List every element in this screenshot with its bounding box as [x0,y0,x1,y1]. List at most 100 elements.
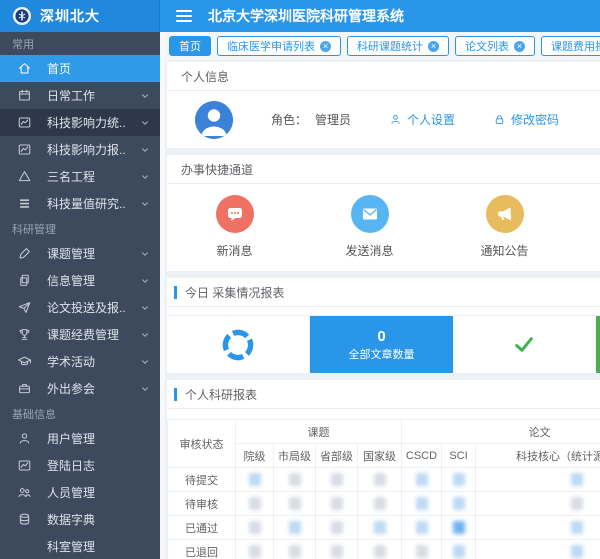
sidebar-item-label: 日常工作 [47,87,125,104]
report-cell [442,516,476,540]
sidebar-item-首页[interactable]: 首页 [0,55,160,82]
check-icon [512,334,536,355]
sidebar-item-课题经费管理[interactable]: 课题经费管理 [0,321,160,348]
role-value: 管理员 [315,113,351,127]
quick-channels-body: 新消息发送消息通知公告 [167,184,600,271]
card-title: 办事快捷通道 [181,161,253,178]
tab-论文列表[interactable]: 论文列表× [455,36,535,56]
chart-icon [17,458,32,473]
report-group-header: 课题 [236,420,402,444]
article-count-box[interactable]: 0 全部文章数量 [310,316,453,373]
report-cell [358,540,402,559]
user-icon [17,431,32,446]
table-row: 已退回 [168,540,600,559]
list-icon [17,196,32,211]
report-cell [316,516,358,540]
sidebar-item-日常工作[interactable]: 日常工作 [0,82,160,109]
spinner-icon [220,327,256,363]
card-title: 个人科研报表 [185,386,257,403]
sidebar-item-label: 人员管理 [47,484,150,501]
documents-icon [17,273,32,288]
report-cell [274,492,316,516]
sidebar-item-三名工程[interactable]: 三名工程 [0,163,160,190]
report-cell [476,540,600,559]
sidebar-item-人员管理[interactable]: 人员管理 [0,479,160,506]
personal-report-table: 审核状态课题论文院级市局级省部级国家级CSCDSCI科技核心（统计源）期刊 待提… [167,419,600,559]
sidebar-item-科技影响力统...[interactable]: 科技影响力统... [0,109,160,136]
table-row: 已通过 [168,516,600,540]
report-cell [402,492,442,516]
chevron-down-icon [140,91,150,101]
tab-科研课题统计[interactable]: 科研课题统计 × [347,36,449,56]
report-cell [316,492,358,516]
obscured-value [249,521,261,534]
obscured-value [374,497,386,510]
sidebar-item-用户管理[interactable]: 用户管理 [0,425,160,452]
loading-spinner-box [167,316,310,373]
sidebar-item-数据字典[interactable]: 数据字典 [0,506,160,533]
obscured-value [331,473,343,486]
chevron-down-icon [140,330,150,340]
change-password-link[interactable]: 修改密码 [493,111,559,128]
obscured-value [249,473,261,486]
quick-channel-新消息[interactable]: 新消息 [167,195,302,259]
table-row: 待提交 [168,468,600,492]
sidebar-item-外出参会[interactable]: 外出参会 [0,375,160,402]
card-title: 今日 采集情况报表 [185,284,284,301]
home-icon [17,61,32,76]
chevron-down-icon [140,303,150,313]
top-header: 北京大学深圳医院科研管理系统 [160,0,600,32]
quick-channels-header: 办事快捷通道 [167,155,600,184]
mail-icon [351,195,389,233]
personal-settings-link[interactable]: 个人设置 [389,111,455,128]
sidebar-item-信息管理[interactable]: 信息管理 [0,267,160,294]
sidebar-item-label: 科技影响力报... [47,141,125,158]
obscured-value [453,497,465,510]
tab-临床医学申请列表[interactable]: 临床医学申请列表× [217,36,341,56]
tab-课题费用报表[interactable]: 课题费用报表× [541,36,600,56]
sidebar-item-登陆日志[interactable]: 登陆日志 [0,452,160,479]
obscured-value [571,497,583,510]
sidebar-item-科室管理[interactable]: 科室管理 [0,533,160,559]
sidebar-item-科技影响力报...[interactable]: 科技影响力报... [0,136,160,163]
sidebar-item-label: 数据字典 [47,511,150,528]
today-report-header: 今日 采集情况报表 [167,278,600,307]
obscured-value [453,521,465,534]
report-group-header: 论文 [402,420,600,444]
today-report-stats: 0 全部文章数量 [167,315,600,373]
tab-首页[interactable]: 首页 [169,36,211,56]
sidebar-item-label: 论文投送及报... [47,299,125,316]
send-icon [17,300,32,315]
sidebar-item-科技量值研究...[interactable]: 科技量值研究... [0,190,160,217]
report-column-header: 市局级 [274,444,316,468]
sidebar-section-header: 科研管理 [0,217,160,240]
sidebar-item-学术活动[interactable]: 学术活动 [0,348,160,375]
obscured-value [289,521,301,534]
person-icon [389,113,402,126]
obscured-value [416,473,428,486]
chart-icon [17,115,32,130]
sidebar-item-label: 课题经费管理 [47,326,125,343]
report-column-header: 科技核心（统计源）期刊 [476,444,600,468]
sidebar-item-论文投送及报...[interactable]: 论文投送及报... [0,294,160,321]
menu-toggle-icon[interactable] [176,10,192,22]
article-count-value: 0 [377,328,385,346]
report-cell [358,492,402,516]
tab-close-icon[interactable]: × [428,41,439,52]
main-area: 首页临床医学申请列表×科研课题统计×论文列表×课题费用报表×用户列表× 个人信息 [165,32,600,559]
quick-channel-发送消息[interactable]: 发送消息 [302,195,437,259]
report-cell [442,468,476,492]
sidebar-item-课题管理[interactable]: 课题管理 [0,240,160,267]
tab-close-icon[interactable]: × [320,41,331,52]
quick-channel-通知公告[interactable]: 通知公告 [437,195,572,259]
obscured-value [416,497,428,510]
chevron-down-icon [140,145,150,155]
report-column-header: SCI [442,444,476,468]
obscured-value [571,473,583,486]
report-cell [236,468,274,492]
tab-label: 科研课题统计 [357,38,423,54]
tab-close-icon[interactable]: × [514,41,525,52]
obscured-value [249,497,261,510]
obscured-value [453,545,465,558]
check-box [453,316,596,373]
